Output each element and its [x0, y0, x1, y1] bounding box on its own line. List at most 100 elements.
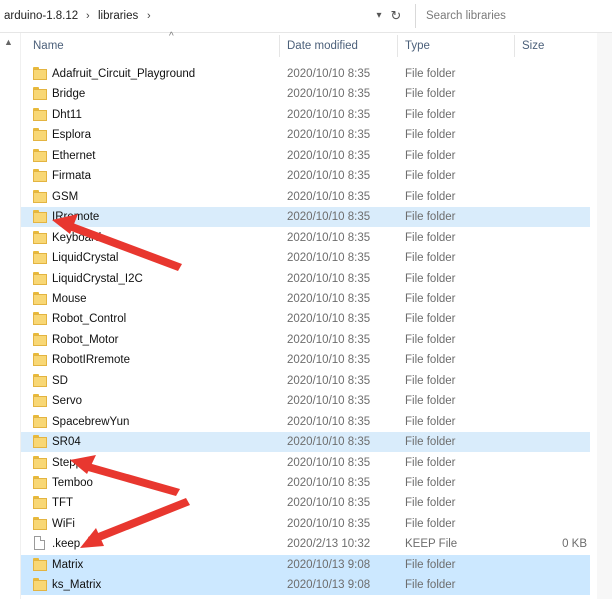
address-dropdown-icon[interactable]: ▾ — [372, 8, 386, 24]
file-row[interactable]: Esplora 2020/10/10 8:35 File folder — [21, 125, 590, 145]
address-bar[interactable]: arduino-1.8.12 › libraries › ▾ ↻ Search … — [0, 0, 612, 33]
file-type: File folder — [405, 374, 456, 387]
folder-icon — [33, 557, 47, 571]
file-row[interactable]: SR04 2020/10/10 8:35 File folder — [21, 432, 590, 453]
file-type: KEEP File — [405, 538, 458, 551]
file-type: File folder — [405, 313, 456, 326]
file-name: Temboo — [52, 477, 93, 489]
file-type: File folder — [405, 211, 456, 224]
file-name: RobotIRremote — [52, 354, 130, 367]
file-name: Robot_Motor — [52, 333, 119, 346]
folder-icon — [33, 169, 47, 183]
file-type: File folder — [405, 88, 456, 101]
file-size: 0 KB — [562, 538, 587, 551]
search-box[interactable]: Search libraries — [415, 4, 612, 28]
file-type: File folder — [405, 517, 456, 530]
file-row[interactable]: Adafruit_Circuit_Playground 2020/10/10 8:… — [21, 64, 590, 84]
file-row[interactable]: .keep 2020/2/13 10:32 KEEP File 0 KB — [21, 534, 590, 554]
folder-icon — [33, 291, 47, 305]
file-row[interactable]: RobotIRremote 2020/10/10 8:35 File folder — [21, 350, 590, 370]
breadcrumb-libraries[interactable]: libraries — [98, 8, 138, 24]
file-row[interactable]: Stepper 2020/10/10 8:35 File folder — [21, 453, 590, 473]
file-type: File folder — [405, 231, 456, 244]
column-date-modified[interactable]: Date modified — [287, 33, 358, 59]
file-type: File folder — [405, 129, 456, 142]
file-name: WiFi — [52, 517, 75, 530]
file-row[interactable]: Dht11 2020/10/10 8:35 File folder — [21, 105, 590, 125]
search-input[interactable]: Search libraries — [426, 8, 506, 24]
file-type: File folder — [405, 292, 456, 305]
file-type: File folder — [405, 395, 456, 408]
file-row[interactable]: LiquidCrystal_I2C 2020/10/10 8:35 File fol… — [21, 269, 590, 289]
file-date-modified: 2020/10/10 8:35 — [287, 170, 371, 183]
folder-icon — [33, 353, 47, 367]
file-row[interactable]: ks_Matrix 2020/10/13 9:08 File folder — [21, 575, 590, 596]
file-row[interactable]: LiquidCrystal 2020/10/10 8:35 File folder — [21, 248, 590, 268]
folder-icon — [33, 107, 47, 121]
breadcrumb-arduino[interactable]: arduino-1.8.12 — [4, 8, 78, 24]
file-row[interactable]: GSM 2020/10/10 8:35 File folder — [21, 187, 590, 207]
file-type: File folder — [405, 68, 456, 80]
file-row[interactable]: SD 2020/10/10 8:35 File folder — [21, 371, 590, 391]
file-date-modified: 2020/10/10 8:35 — [287, 313, 371, 326]
file-type: File folder — [405, 190, 456, 203]
file-type: File folder — [405, 456, 456, 469]
file-date-modified: 2020/10/10 8:35 — [287, 415, 371, 428]
file-row[interactable]: SpacebrewYun 2020/10/10 8:35 File folder — [21, 412, 590, 432]
file-type: File folder — [405, 497, 456, 510]
file-date-modified: 2020/10/10 8:35 — [287, 374, 371, 387]
folder-icon — [33, 271, 47, 285]
file-type: File folder — [405, 108, 456, 121]
file-row[interactable]: IRremote 2020/10/10 8:35 File folder — [21, 207, 590, 228]
file-type: File folder — [405, 149, 456, 162]
file-row[interactable]: WiFi 2020/10/10 8:35 File folder — [21, 514, 590, 534]
file-row[interactable]: Matrix 2020/10/13 9:08 File folder — [21, 554, 590, 575]
file-date-modified: 2020/10/10 8:35 — [287, 436, 371, 449]
column-type[interactable]: Type — [405, 33, 430, 59]
file-row[interactable]: Robot_Motor 2020/10/10 8:35 File folder — [21, 330, 590, 350]
file-name: Adafruit_Circuit_Playground — [52, 68, 196, 80]
column-divider[interactable] — [397, 35, 398, 57]
file-name: Ethernet — [52, 149, 96, 162]
file-row[interactable]: Mouse 2020/10/10 8:35 File folder — [21, 289, 590, 309]
breadcrumb-separator-icon[interactable]: › — [86, 8, 90, 24]
folder-icon — [33, 455, 47, 469]
file-name: SR04 — [52, 436, 81, 449]
file-row[interactable]: Temboo 2020/10/10 8:35 File folder — [21, 473, 590, 493]
file-row[interactable]: TFT 2020/10/10 8:35 File folder — [21, 493, 590, 513]
folder-icon — [33, 414, 47, 428]
file-row[interactable]: Firmata 2020/10/10 8:35 File folder — [21, 166, 590, 186]
file-type: File folder — [405, 415, 456, 428]
file-row[interactable]: Servo 2020/10/10 8:35 File folder — [21, 391, 590, 411]
column-name[interactable]: Name — [33, 33, 64, 59]
folder-icon — [33, 435, 47, 449]
file-name: ks_Matrix — [52, 579, 102, 592]
file-type: File folder — [405, 579, 456, 592]
file-date-modified: 2020/10/10 8:35 — [287, 292, 371, 305]
vertical-scrollbar[interactable] — [597, 33, 612, 599]
file-row[interactable]: Bridge 2020/10/10 8:35 File folder — [21, 84, 590, 104]
folder-icon — [33, 373, 47, 387]
file-name: Firmata — [52, 170, 91, 183]
file-date-modified: 2020/10/10 8:35 — [287, 395, 371, 408]
file-date-modified: 2020/10/10 8:35 — [287, 333, 371, 346]
file-date-modified: 2020/10/13 9:08 — [287, 558, 371, 571]
column-header: ^ Name Date modified Type Size — [21, 31, 612, 59]
file-date-modified: 2020/10/10 8:35 — [287, 211, 371, 224]
column-divider[interactable] — [279, 35, 280, 57]
file-row[interactable]: Robot_Control 2020/10/10 8:35 File folder — [21, 309, 590, 329]
file-row[interactable]: Ethernet 2020/10/10 8:35 File folder — [21, 146, 590, 166]
file-name: GSM — [52, 190, 79, 203]
file-date-modified: 2020/10/10 8:35 — [287, 108, 371, 121]
breadcrumb-separator-icon[interactable]: › — [147, 8, 151, 24]
scroll-up-icon[interactable]: ▲ — [4, 37, 13, 47]
folder-icon — [33, 496, 47, 510]
file-date-modified: 2020/10/10 8:35 — [287, 252, 371, 265]
file-row[interactable]: Keyboard 2020/10/10 8:35 File folder — [21, 228, 590, 248]
file-date-modified: 2020/10/10 8:35 — [287, 456, 371, 469]
folder-icon — [33, 394, 47, 408]
refresh-icon[interactable]: ↻ — [388, 8, 404, 24]
file-name: Keyboard — [52, 231, 102, 244]
column-divider[interactable] — [514, 35, 515, 57]
column-size[interactable]: Size — [522, 33, 544, 59]
